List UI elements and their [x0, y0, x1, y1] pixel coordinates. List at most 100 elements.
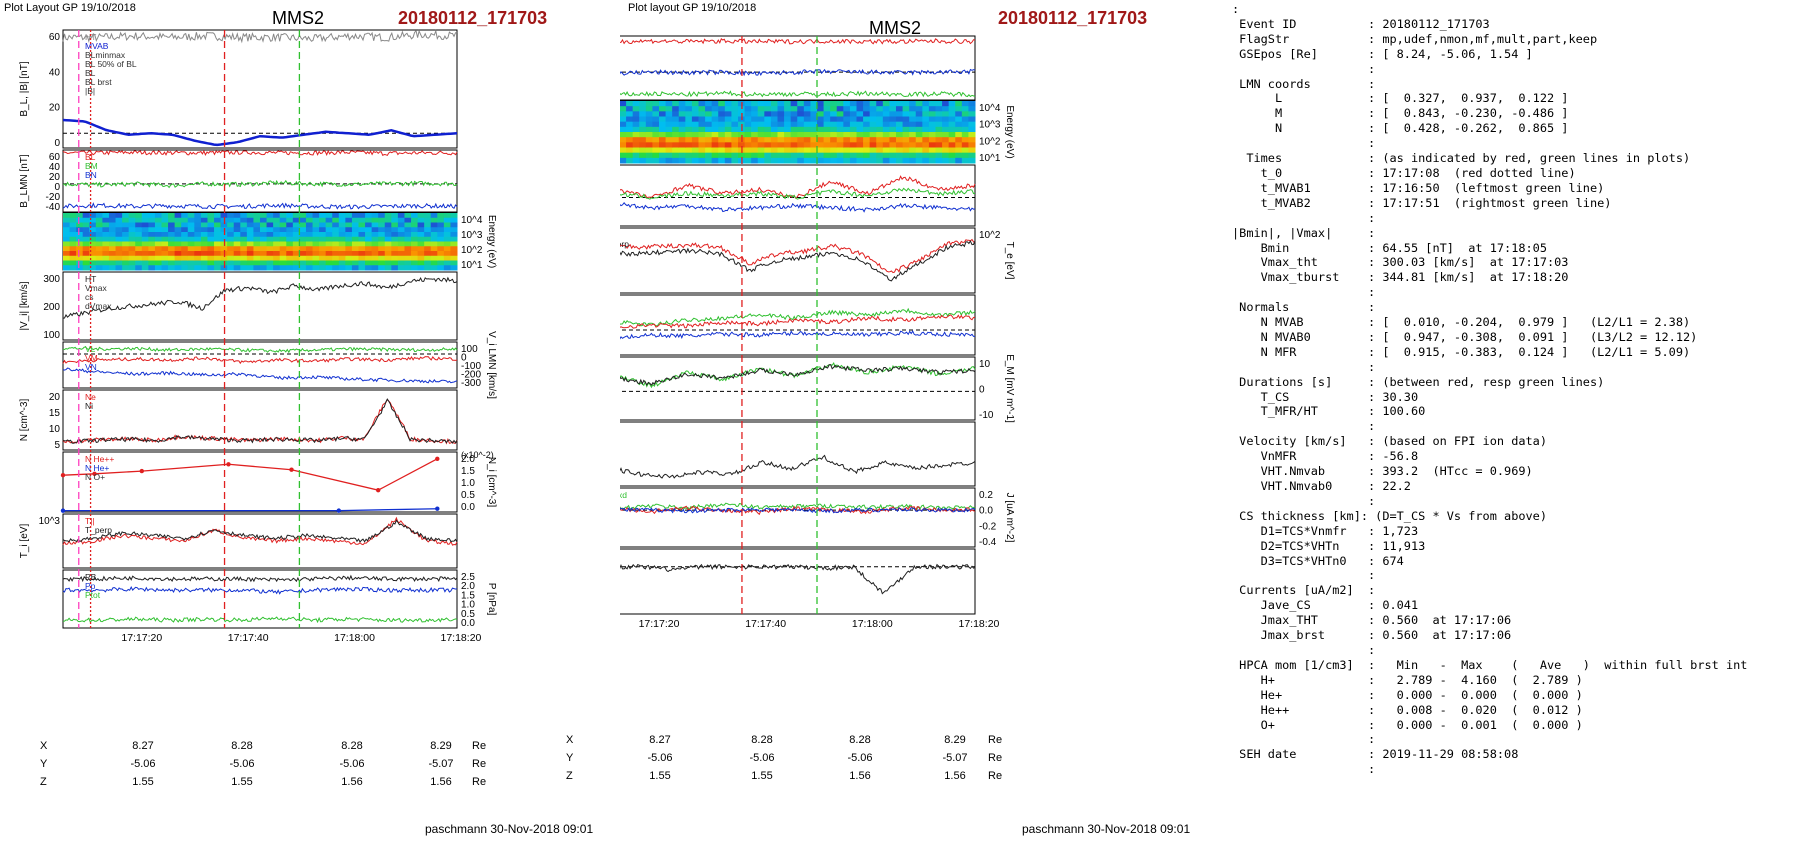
heatmap-cell — [174, 251, 182, 257]
heatmap-cell — [691, 142, 699, 148]
heatmap-cell — [200, 222, 208, 228]
heatmap-cell — [685, 137, 693, 143]
heatmap-cell — [135, 217, 143, 223]
heatmap-cell — [82, 260, 90, 266]
heatmap-cell — [154, 236, 162, 242]
heatmap-cell — [757, 116, 765, 123]
heatmap-cell — [63, 241, 71, 247]
heatmap-cell — [770, 147, 778, 154]
heatmap-cell — [645, 106, 653, 112]
position-value: 8.27 — [132, 740, 154, 752]
heatmap-cell — [207, 222, 215, 228]
heatmap-cell — [181, 236, 189, 242]
summary-line: : — [1232, 210, 1376, 225]
heatmap-cell — [935, 121, 943, 128]
heatmap-cell — [319, 251, 327, 257]
heatmap-cell — [253, 265, 261, 271]
summary-line: Durations [s] : (between red, resp green… — [1232, 374, 1605, 389]
heatmap-cell — [174, 255, 182, 261]
heatmap-cell — [659, 106, 667, 112]
heatmap-cell — [443, 246, 451, 252]
heatmap-cell — [830, 121, 838, 128]
x-tick-label: 17:17:20 — [639, 618, 680, 630]
heatmap-cell — [417, 222, 425, 228]
heatmap-cell — [869, 137, 877, 143]
heatmap-cell — [889, 111, 897, 117]
heatmap-cell — [279, 265, 287, 271]
heatmap-cell — [240, 251, 248, 257]
heatmap-cell — [319, 232, 327, 238]
heatmap-cell — [764, 126, 772, 133]
heatmap-cell — [424, 265, 432, 271]
heatmap-cell — [639, 121, 647, 128]
heatmap-cell — [770, 106, 778, 112]
heatmap-cell — [397, 255, 405, 261]
heatmap-cell — [207, 265, 215, 271]
heatmap-cell — [365, 217, 373, 223]
heatmap-cell — [122, 227, 130, 233]
heatmap-cell — [404, 246, 412, 252]
heatmap-cell — [378, 227, 386, 233]
heatmap-cell — [69, 213, 77, 219]
heatmap-cell — [69, 251, 77, 257]
position-value: 1.56 — [341, 776, 363, 788]
heatmap-cell — [705, 111, 713, 117]
heatmap-cell — [365, 236, 373, 242]
summary-line: He+ : 0.000 - 0.000 ( 0.000 ) — [1232, 687, 1583, 702]
heatmap-cell — [141, 265, 149, 271]
heatmap-cell — [404, 260, 412, 266]
position-row-label: Z — [566, 770, 573, 782]
heatmap-cell — [705, 116, 713, 123]
heatmap-cell — [325, 217, 333, 223]
position-value: 1.56 — [430, 776, 452, 788]
heatmap-cell — [397, 227, 405, 233]
heatmap-cell — [154, 227, 162, 233]
heatmap-cell — [246, 255, 254, 261]
summary-line: H+ : 2.789 - 4.160 ( 2.789 ) — [1232, 672, 1583, 687]
heatmap-cell — [181, 213, 189, 219]
heatmap-cell — [443, 251, 451, 257]
heatmap-cell — [961, 101, 969, 107]
panel-2: 10^410^310^210^1 Energy (eV) — [62, 212, 497, 271]
heatmap-cell — [404, 241, 412, 247]
heatmap-cell — [777, 157, 785, 164]
heatmap-cell — [325, 246, 333, 252]
heatmap-cell — [718, 106, 726, 112]
heatmap-cell — [154, 260, 162, 266]
heatmap-cell — [928, 152, 936, 159]
heatmap-cell — [928, 101, 936, 107]
heatmap-cell — [365, 246, 373, 252]
heatmap-cell — [836, 142, 844, 148]
heatmap-cell — [902, 137, 910, 143]
heatmap-cell — [922, 157, 930, 164]
heatmap-cell — [365, 232, 373, 238]
heatmap-cell — [200, 260, 208, 266]
heatmap-cell — [404, 265, 412, 271]
heatmap-cell — [626, 116, 634, 123]
heatmap-cell — [286, 265, 294, 271]
x-tick-label: 17:17:40 — [228, 632, 269, 644]
heatmap-cell — [95, 217, 103, 223]
heatmap-cell — [227, 251, 235, 257]
y-tick-label: 10^4 — [461, 215, 483, 226]
heatmap-cell — [154, 265, 162, 271]
heatmap-cell — [443, 217, 451, 223]
heatmap-cell — [830, 116, 838, 123]
heatmap-cell — [659, 116, 667, 123]
heatmap-cell — [691, 111, 699, 117]
heatmap-cell — [744, 121, 752, 128]
left-footer: paschmann 30-Nov-2018 09:01 — [425, 822, 594, 836]
heatmap-cell — [632, 132, 640, 138]
heatmap-cell — [319, 227, 327, 233]
heatmap-cell — [691, 116, 699, 123]
heatmap-cell — [378, 246, 386, 252]
heatmap-cell — [417, 255, 425, 261]
heatmap-cell — [942, 111, 950, 117]
heatmap-cell — [626, 142, 634, 148]
heatmap-cell — [836, 121, 844, 128]
heatmap-cell — [803, 116, 811, 123]
heatmap-cell — [620, 147, 627, 154]
heatmap-cell — [698, 147, 706, 154]
heatmap-cell — [863, 126, 871, 133]
heatmap-cell — [63, 217, 71, 223]
